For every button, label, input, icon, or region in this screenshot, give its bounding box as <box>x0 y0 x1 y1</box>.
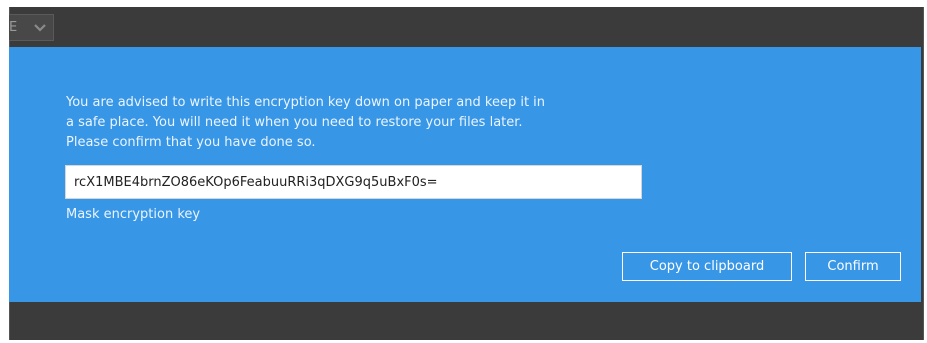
message-line: a safe place. You will need it when you … <box>66 115 523 130</box>
encryption-key-field[interactable] <box>65 165 642 199</box>
message-line: Please confirm that you have done so. <box>66 135 316 150</box>
message-line: You are advised to write this encryption… <box>66 95 546 110</box>
dialog-message: You are advised to write this encryption… <box>66 93 641 153</box>
background-dropdown[interactable]: E <box>9 14 54 41</box>
copy-to-clipboard-button[interactable]: Copy to clipboard <box>622 252 792 281</box>
confirm-button[interactable]: Confirm <box>805 252 901 281</box>
mask-encryption-key-link[interactable]: Mask encryption key <box>66 206 200 224</box>
encryption-key-dialog: You are advised to write this encryption… <box>9 47 921 302</box>
chevron-down-icon <box>34 24 46 32</box>
background-dropdown-value: E <box>9 20 18 35</box>
